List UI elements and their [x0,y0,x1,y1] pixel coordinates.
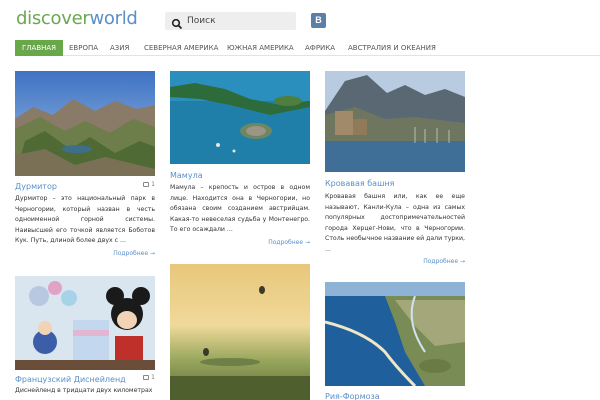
comment-count[interactable]: 1 [143,181,155,188]
post-excerpt: Дурмитор – это национальный парк в Черно… [15,195,155,245]
comment-icon [143,375,150,380]
logo-part-1: discover [16,8,90,29]
comment-icon [143,182,150,187]
post-title[interactable]: Кровавая башня [325,179,394,188]
nav-item-asia[interactable]: АЗИЯ [110,40,129,56]
post-title[interactable]: Французский Диснейленд [15,375,126,384]
post-excerpt: Мамула – крепость и остров в одном лице.… [170,184,310,234]
post-excerpt: Диснейленд в тридцати двух километрах [15,387,153,394]
search-box[interactable] [165,12,296,30]
read-more-link[interactable]: Подробнее → [268,239,310,246]
main-nav: ГЛАВНАЯ ЕВРОПА АЗИЯ СЕВЕРНАЯ АМЕРИКА ЮЖН… [15,40,600,56]
post-card: Дурмитор 1 Дурмитор – это национальный п… [15,71,155,261]
nav-item-europe[interactable]: ЕВРОПА [69,40,98,56]
post-card [170,264,310,400]
post-card: Мамула Мамула – крепость и остров в одно… [170,71,310,251]
comment-count[interactable]: 1 [143,374,155,381]
comment-count-value: 1 [151,374,155,381]
logo-part-2: world [89,8,138,29]
vk-icon[interactable]: В [311,13,326,28]
post-image[interactable] [325,282,465,386]
comment-count-value: 1 [151,181,155,188]
post-image[interactable] [15,71,155,176]
nav-item-oceania[interactable]: АВСТРАЛИЯ И ОКЕАНИЯ [348,40,436,56]
read-more-link[interactable]: Подробнее → [423,258,465,265]
site-logo[interactable]: discoverworld [16,8,138,29]
search-icon[interactable] [171,15,183,30]
post-card: Французский Диснейленд 1 Диснейленд в тр… [15,276,155,400]
post-title[interactable]: Рия-Формоза [325,392,380,400]
nav-item-home[interactable]: ГЛАВНАЯ [15,40,64,56]
read-more-link[interactable]: Подробнее → [113,250,155,257]
post-image[interactable] [15,276,155,370]
search-input[interactable] [187,13,291,29]
nav-item-north-america[interactable]: СЕВЕРНАЯ АМЕРИКА [144,40,218,56]
post-card: Рия-Формоза [325,282,465,400]
post-card: Кровавая башня Кровавая башня или, как е… [325,71,465,271]
post-excerpt: Кровавая башня или, как ее еще называют,… [325,193,466,253]
nav-item-africa[interactable]: АФРИКА [305,40,335,56]
post-title[interactable]: Дурмитор [15,182,57,191]
post-image[interactable] [170,264,310,400]
nav-item-south-america[interactable]: ЮЖНАЯ АМЕРИКА [227,40,294,56]
post-title[interactable]: Мамула [170,171,203,180]
post-image[interactable] [170,71,310,164]
post-image[interactable] [325,71,465,172]
